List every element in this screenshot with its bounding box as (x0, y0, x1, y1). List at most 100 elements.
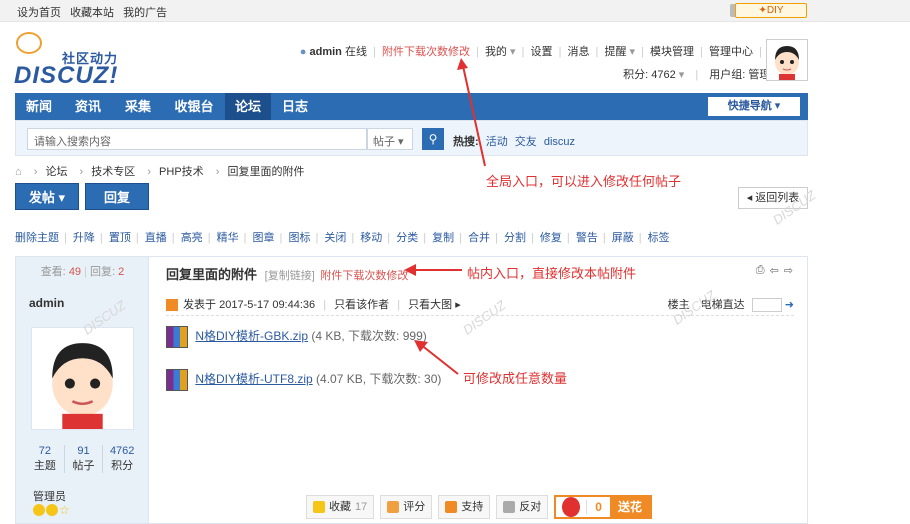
site-logo[interactable]: 社区动力 DISCUZ! (14, 32, 134, 90)
post-actions: 收藏 17 评分 支持 反对 0 送花 (306, 495, 652, 519)
mod-classify[interactable]: 分类 (396, 232, 418, 244)
mod-warn[interactable]: 警告 (576, 232, 598, 244)
crumb-forum[interactable]: 论坛 (45, 166, 67, 178)
menu-module-manage[interactable]: 模块管理 (650, 46, 694, 58)
arrow-global (457, 58, 486, 167)
mod-digest[interactable]: 精华 (217, 232, 239, 244)
menu-reminders[interactable]: 提醒 (604, 46, 626, 58)
nav-news[interactable]: 新闻 (15, 93, 63, 120)
nav-blog[interactable]: 日志 (271, 93, 319, 120)
search-input[interactable]: 请输入搜索内容 (27, 128, 367, 150)
only-author-link[interactable]: 只看该作者 (334, 299, 389, 311)
floor-jump-input[interactable] (751, 298, 782, 313)
print-icon[interactable]: ⎙ (756, 264, 765, 277)
hot-term[interactable]: discuz (544, 136, 575, 148)
search-button[interactable]: ⚲ (422, 128, 444, 150)
mod-block[interactable]: 屏蔽 (612, 232, 634, 244)
logo-bubble-icon (16, 32, 42, 54)
author-name[interactable]: admin (29, 296, 64, 310)
mod-stamp[interactable]: 图章 (253, 232, 275, 244)
annotation-global: 全局入口，可以进入修改任何帖子 (486, 174, 682, 189)
attachment-link[interactable]: N格DIY模析-GBK.zip (195, 329, 308, 343)
nav-info[interactable]: 资讯 (63, 93, 113, 120)
crumb-tech[interactable]: 技术专区 (91, 166, 135, 178)
top-avatar[interactable] (766, 39, 808, 81)
menu-settings[interactable]: 设置 (531, 46, 553, 58)
hot-term[interactable]: 交友 (515, 136, 537, 148)
author-stats: 72 主题 91 帖子 4762 积分 (26, 445, 141, 473)
star-icon (313, 501, 325, 513)
mod-repair[interactable]: 修复 (540, 232, 562, 244)
prev-thread-icon[interactable]: ⇦ (770, 264, 779, 277)
send-flower-button[interactable]: 0 送花 (554, 495, 652, 519)
author-group[interactable]: 管理员 (33, 488, 66, 504)
mod-split[interactable]: 分割 (504, 232, 526, 244)
flower-count: 0 (586, 500, 610, 514)
floor-label: 楼主 (667, 299, 690, 311)
nav-collect[interactable]: 采集 (113, 93, 163, 120)
mod-copy[interactable]: 复制 (432, 232, 454, 244)
set-homepage-link[interactable]: 设为首页 (17, 7, 61, 19)
attachment-link[interactable]: N格DIY模析-UTF8.zip (195, 372, 312, 386)
mod-highlight[interactable]: 高亮 (181, 232, 203, 244)
menu-admin-center[interactable]: 管理中心 (709, 46, 753, 58)
author-avatar[interactable] (31, 327, 134, 430)
attachment-item: N格DIY模析-GBK.zip (4 KB, 下载次数: 999) (166, 326, 427, 348)
back-to-list-button[interactable]: ◂ 返回列表 (738, 187, 808, 209)
user-bar-2: 积分: 4762 ▾ | 用户组: 管理员 ▾ (623, 69, 790, 81)
favorite-button[interactable]: 收藏 17 (306, 495, 375, 519)
replies-count: 2 (118, 266, 125, 278)
diy-button[interactable]: ✦DIY (735, 3, 807, 18)
home-icon[interactable]: ⌂ (15, 166, 22, 178)
thread-title: 回复里面的附件 (166, 267, 258, 282)
group-stars: ☆ (33, 504, 70, 516)
username-link[interactable]: admin (310, 46, 342, 58)
thread-stats: 查看: 49 | 回复: 2 (40, 266, 125, 278)
nav-cashier[interactable]: 收银台 (163, 93, 225, 120)
crumb-thread: 回复里面的附件 (227, 166, 305, 178)
rate-button[interactable]: 评分 (380, 495, 433, 519)
menu-messages[interactable]: 消息 (567, 46, 589, 58)
mod-close[interactable]: 关闭 (324, 232, 346, 244)
post-button[interactable]: 发帖 ▾ (15, 183, 79, 210)
mod-move[interactable]: 移动 (360, 232, 382, 244)
breadcrumb: ⌂ › 论坛 › 技术专区 › PHP技术 › 回复里面的附件 (15, 166, 305, 178)
support-button[interactable]: 支持 (438, 495, 491, 519)
author-online-icon (166, 299, 178, 312)
my-ads-link[interactable]: 我的广告 (123, 7, 167, 19)
arrow-in-post (404, 264, 462, 276)
annotation-in-post: 帖内入口，直接修改本帖附件 (467, 266, 637, 281)
mod-icon[interactable]: 图标 (288, 232, 310, 244)
stat-points[interactable]: 4762 积分 (103, 445, 141, 473)
mod-tag[interactable]: 标签 (648, 232, 670, 244)
search-icon: ⚲ (428, 132, 438, 146)
points-menu[interactable]: 积分: 4762 (623, 69, 676, 81)
nav-forum[interactable]: 论坛 (225, 93, 271, 120)
mod-merge[interactable]: 合并 (468, 232, 490, 244)
quick-nav-button[interactable]: 快捷导航 ▾ (708, 97, 800, 116)
big-image-link[interactable]: 只看大图 (408, 299, 452, 311)
oppose-button[interactable]: 反对 (496, 495, 549, 519)
moderation-bar: 删除主题 | 升降 | 置顶 | 直播 | 高亮 | 精华 | 图章 | 图标 | 关闭 | 移动… (15, 232, 670, 244)
mod-bump[interactable]: 升降 (73, 232, 95, 244)
crumb-php[interactable]: PHP技术 (159, 166, 204, 178)
zip-archive-icon (166, 369, 188, 391)
mod-live[interactable]: 直播 (145, 232, 167, 244)
attach-mod-post-link[interactable]: 附件下载次数修改 (320, 270, 408, 282)
reply-button[interactable]: 回复 (85, 183, 149, 210)
user-bar: ● admin 在线 | 附件下载次数修改 | 我的 ▾ | 设置 | 消息 |… (300, 43, 790, 59)
thread-title-row: 回复里面的附件 [复制链接] 附件下载次数修改 (166, 264, 408, 283)
stat-posts[interactable]: 91 帖子 (65, 445, 104, 473)
mod-delete[interactable]: 删除主题 (15, 232, 59, 244)
next-thread-icon[interactable]: ⇨ (784, 264, 793, 277)
copy-link[interactable]: [复制链接] (265, 270, 315, 282)
stat-threads[interactable]: 72 主题 (26, 445, 65, 473)
avatar-cartoon-icon (32, 328, 133, 429)
bookmark-site-link[interactable]: 收藏本站 (70, 7, 114, 19)
jump-go-icon[interactable]: ➜ (785, 299, 794, 311)
attachment-info: (4 KB, 下载次数: 999) (311, 329, 427, 344)
search-type-select[interactable]: 帖子 ▾ (367, 128, 413, 150)
down-arrow-icon (503, 501, 516, 513)
top-bar: 设为首页 收藏本站 我的广告 ✦DIY (0, 0, 910, 22)
mod-stick[interactable]: 置顶 (109, 232, 131, 244)
